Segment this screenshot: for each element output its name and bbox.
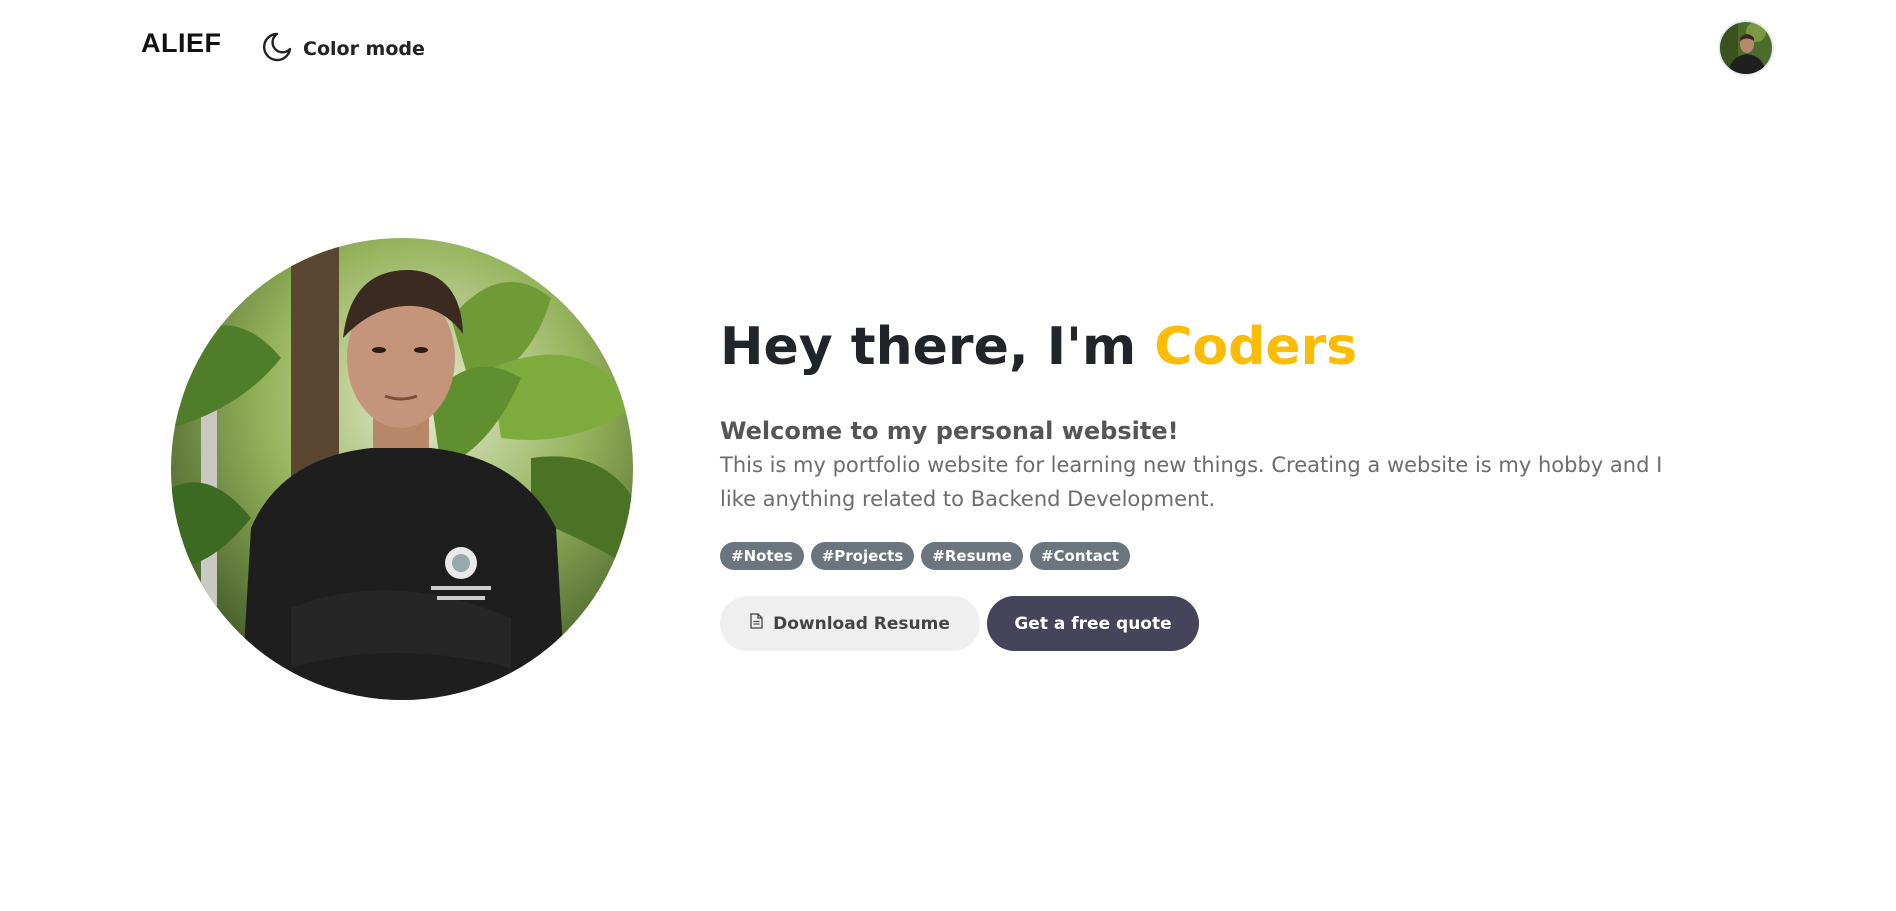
- profile-avatar[interactable]: [1720, 22, 1772, 74]
- brand-logo[interactable]: ALIEF: [141, 28, 222, 59]
- tag-notes[interactable]: #Notes: [720, 542, 804, 570]
- headline-prefix: Hey there, I'm: [720, 317, 1155, 377]
- hero-headline: Hey there, I'm Coders: [720, 312, 1720, 382]
- hero-actions: Download Resume Get a free quote: [720, 596, 1720, 651]
- download-resume-button[interactable]: Download Resume: [720, 596, 980, 651]
- tag-contact[interactable]: #Contact: [1029, 542, 1130, 570]
- document-icon: [750, 613, 763, 634]
- welcome-heading: Welcome to my personal website!: [720, 417, 1179, 445]
- hero-text-block: Hey there, I'm Coders Welcome to my pers…: [720, 312, 1720, 651]
- color-mode-label: Color mode: [303, 38, 425, 60]
- headline-accent: Coders: [1154, 317, 1358, 377]
- free-quote-label: Get a free quote: [1014, 613, 1172, 634]
- hero-description: This is my portfolio website for learnin…: [720, 453, 1663, 511]
- hero-portrait-photo: [171, 238, 633, 700]
- moon-icon: [260, 30, 294, 68]
- tag-projects[interactable]: #Projects: [810, 542, 915, 570]
- tag-list: #Notes #Projects #Resume #Contact: [720, 542, 1720, 570]
- download-resume-label: Download Resume: [773, 613, 950, 634]
- top-navbar: ALIEF Color mode: [0, 0, 1896, 96]
- color-mode-toggle[interactable]: Color mode: [260, 30, 425, 68]
- free-quote-button[interactable]: Get a free quote: [987, 596, 1199, 651]
- tag-resume[interactable]: #Resume: [921, 542, 1023, 570]
